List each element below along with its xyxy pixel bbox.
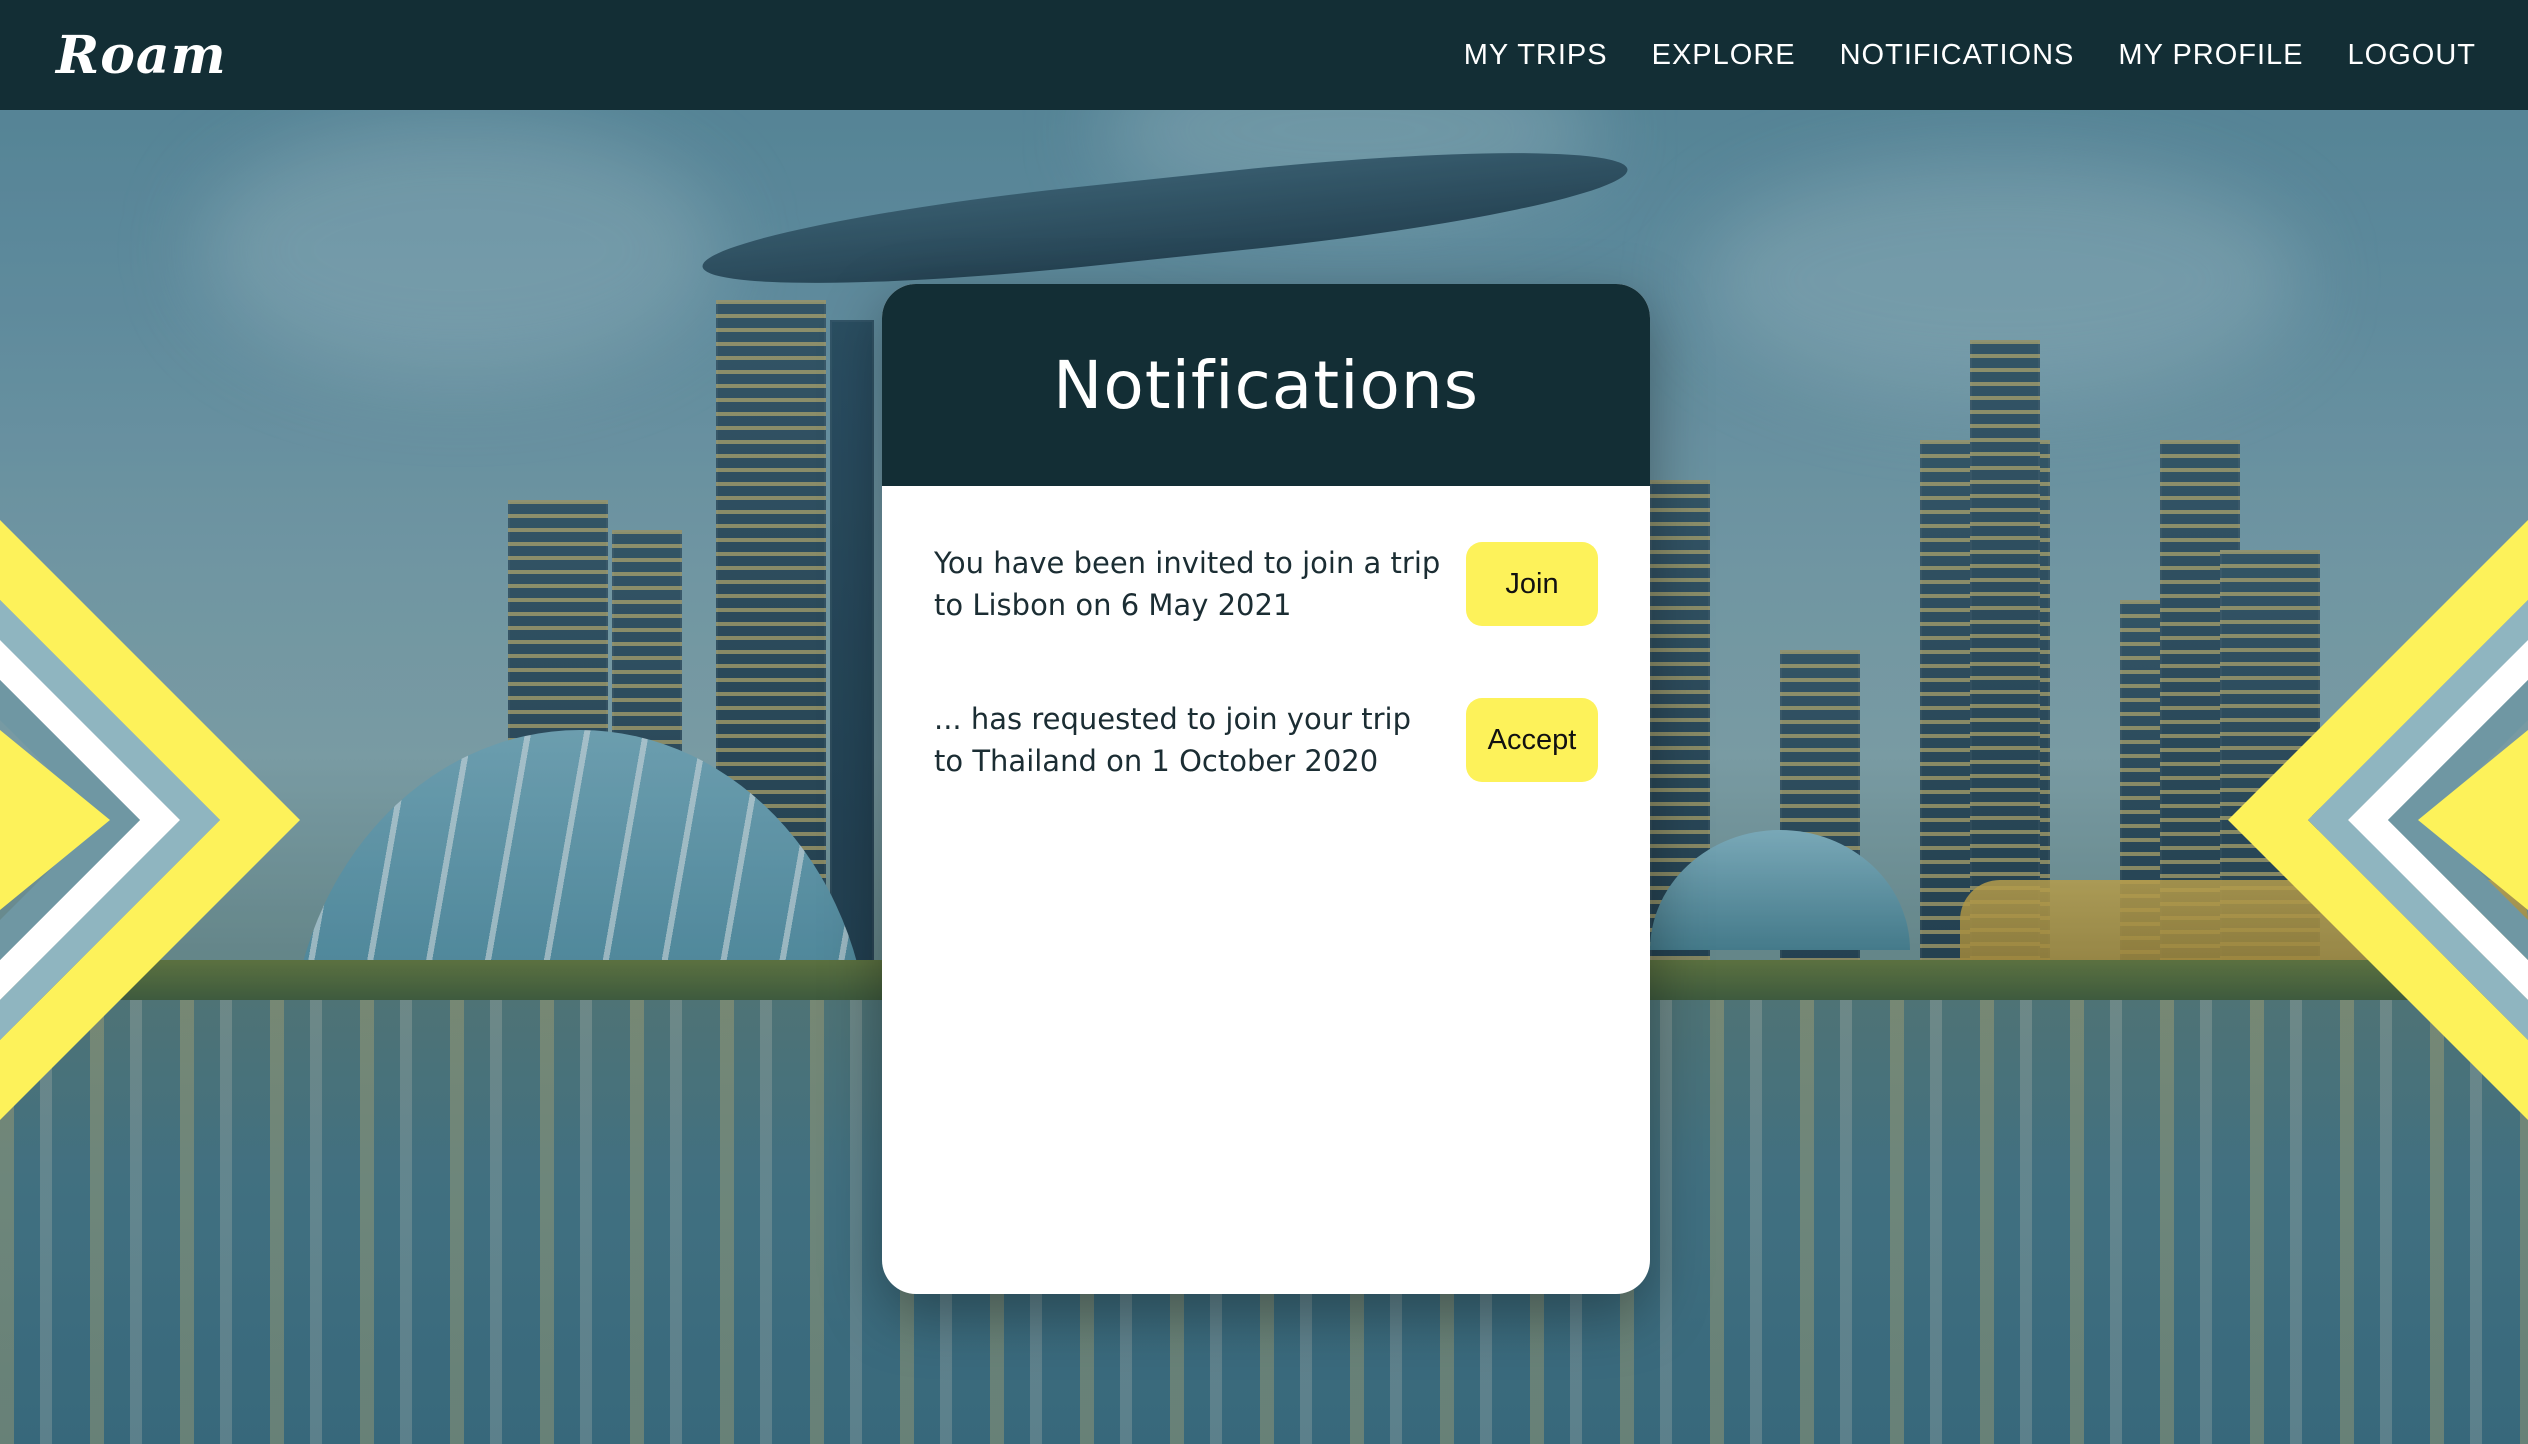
roam-logo[interactable]: Roam: [56, 25, 227, 86]
notification-text: ... has requested to join your trip to T…: [934, 702, 1412, 778]
top-navigation-bar: Roam MY TRIPS EXPLORE NOTIFICATIONS MY P…: [0, 0, 2528, 110]
nav-notifications[interactable]: NOTIFICATIONS: [1840, 39, 2075, 72]
nav-logout[interactable]: LOGOUT: [2348, 39, 2476, 72]
notifications-list: You have been invited to join a trip to …: [882, 486, 1650, 782]
notifications-card-header: Notifications: [882, 284, 1650, 486]
notification-text: You have been invited to join a trip to …: [934, 546, 1441, 622]
notification-item: You have been invited to join a trip to …: [934, 542, 1598, 626]
notification-item: ... has requested to join your trip to T…: [934, 698, 1598, 782]
nav-explore[interactable]: EXPLORE: [1652, 39, 1796, 72]
main-nav: MY TRIPS EXPLORE NOTIFICATIONS MY PROFIL…: [1464, 39, 2476, 72]
join-button[interactable]: Join: [1466, 542, 1598, 626]
right-chevron-decoration: [2228, 520, 2528, 1120]
accept-button[interactable]: Accept: [1466, 698, 1598, 782]
nav-my-profile[interactable]: MY PROFILE: [2118, 39, 2303, 72]
left-chevron-decoration: [0, 520, 300, 1120]
page-title: Notifications: [1052, 346, 1480, 424]
notifications-card: Notifications You have been invited to j…: [882, 284, 1650, 1294]
nav-my-trips[interactable]: MY TRIPS: [1464, 39, 1608, 72]
